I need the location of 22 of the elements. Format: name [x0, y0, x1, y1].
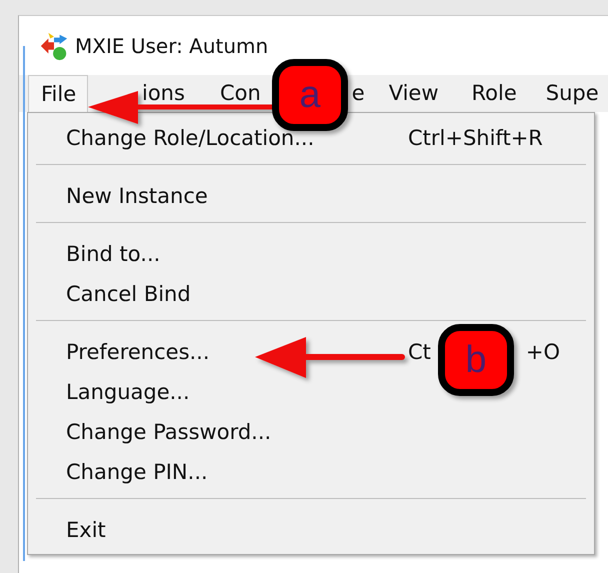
- menu-item[interactable]: Change Password...: [66, 420, 272, 444]
- menu-bar-item[interactable]: e: [352, 75, 365, 112]
- app-logo-icon: [39, 30, 69, 60]
- window-title: MXIE User: Autumn: [75, 34, 268, 58]
- menu-bar-item[interactable]: View: [388, 75, 439, 112]
- menu-bar-item[interactable]: Supe: [546, 75, 599, 112]
- menu-item[interactable]: Change PIN...: [66, 460, 208, 484]
- annotation-badge: b: [438, 324, 514, 396]
- shortcut-text: +O: [526, 340, 560, 364]
- menu-item[interactable]: Preferences...: [66, 340, 210, 364]
- menu-bar-item[interactable]: File: [28, 75, 88, 112]
- menu-item[interactable]: Bind to...: [66, 242, 160, 266]
- menu-item[interactable]: Exit: [66, 518, 106, 542]
- menu-bar-item[interactable]: Role: [472, 75, 517, 112]
- menu-bar-item[interactable]: Con: [220, 75, 261, 112]
- menu-item[interactable]: Language...: [66, 380, 190, 404]
- annotation-badge: a: [272, 59, 348, 131]
- menu-item[interactable]: Cancel Bind: [66, 282, 191, 306]
- menu-item[interactable]: New Instance: [66, 184, 208, 208]
- menu-bar-item[interactable]: ions: [142, 75, 185, 112]
- shortcut-text: Ctrl+Shift+R: [408, 126, 543, 150]
- shortcut-text: Ct: [408, 340, 431, 364]
